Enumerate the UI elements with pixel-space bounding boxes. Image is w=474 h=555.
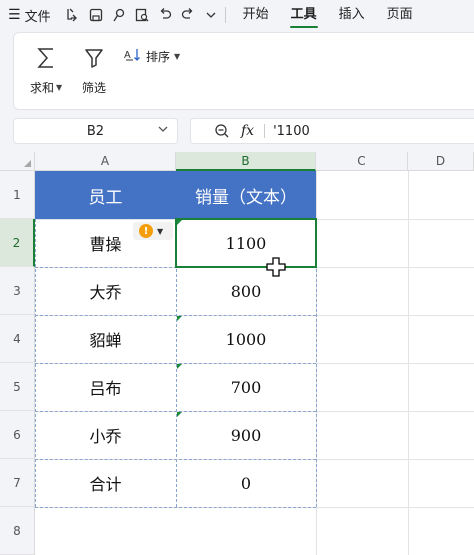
ribbon-area: 求和 ▼ 筛选 A 排序 ▼: [0, 30, 474, 118]
sum-label: 求和: [30, 81, 55, 95]
cell-b6[interactable]: 900: [176, 411, 316, 459]
quick-access-toolbar: [63, 4, 221, 26]
number-as-text-indicator: [177, 364, 182, 369]
sigma-icon: [35, 43, 57, 73]
export-icon[interactable]: [63, 4, 83, 26]
redo-icon[interactable]: [178, 4, 198, 26]
number-as-text-indicator: [177, 316, 182, 321]
column-header-a[interactable]: A: [35, 152, 176, 171]
undo-icon[interactable]: [155, 4, 175, 26]
chevron-down-icon[interactable]: [201, 4, 221, 26]
row-header-5[interactable]: 5: [0, 363, 35, 411]
file-menu-label: 文件: [24, 9, 51, 25]
name-box-value: B2: [86, 123, 105, 139]
cell-b7[interactable]: 0: [176, 459, 316, 507]
ribbon-panel: 求和 ▼ 筛选 A 排序 ▼: [13, 32, 474, 110]
chevron-down-icon: ▼: [174, 52, 181, 61]
formula-input[interactable]: fx '1100: [190, 118, 474, 144]
cell-a5[interactable]: 吕布: [35, 363, 176, 411]
spreadsheet-grid: A B C D 1 2 3 4 5 6 7 8 员工 销量（文本） 曹操 110…: [0, 152, 474, 555]
row-header-8[interactable]: 8: [0, 507, 35, 555]
filter-button[interactable]: 筛选: [82, 43, 106, 96]
table-header-employee[interactable]: 员工: [35, 171, 176, 219]
table-header-sales[interactable]: 销量（文本）: [176, 171, 316, 219]
tab-home[interactable]: 开始: [232, 0, 280, 30]
row-header-2[interactable]: 2: [0, 219, 35, 267]
row-header-6[interactable]: 6: [0, 411, 35, 459]
name-box[interactable]: B2: [13, 118, 178, 144]
format-painter-icon[interactable]: [109, 4, 129, 26]
formula-bar: B2 fx '1100: [0, 118, 474, 152]
selected-cell-outline: [175, 218, 317, 268]
sum-button[interactable]: 求和 ▼: [30, 43, 62, 96]
column-header-d[interactable]: D: [408, 152, 474, 171]
chevron-down-icon: ▼: [157, 226, 164, 236]
column-header-c[interactable]: C: [316, 152, 408, 171]
error-check-button[interactable]: ! ▼: [133, 222, 173, 240]
column-header-b[interactable]: B: [176, 152, 316, 171]
sort-icon: A: [124, 47, 142, 66]
chevron-down-icon: ▼: [56, 83, 63, 92]
menu-bar: ☰ 文件 开始 工具 插入 页面: [0, 0, 474, 30]
cell-b3[interactable]: 800: [176, 267, 316, 315]
cursor-icon: [266, 257, 286, 277]
cell-a6[interactable]: 小乔: [35, 411, 176, 459]
select-all-corner[interactable]: [0, 152, 35, 171]
print-preview-icon[interactable]: [132, 4, 152, 26]
sort-label: 排序: [146, 50, 171, 64]
warning-icon: !: [139, 224, 153, 238]
row-header-1[interactable]: 1: [0, 171, 35, 219]
cell-b5[interactable]: 700: [176, 363, 316, 411]
formula-content: '1100: [273, 123, 310, 139]
sort-button[interactable]: A 排序 ▼: [124, 47, 180, 66]
ribbon-tabs: 开始 工具 插入 页面: [232, 0, 424, 30]
filter-label: 筛选: [82, 81, 107, 95]
tab-tools[interactable]: 工具: [280, 0, 328, 30]
formula-divider: [264, 124, 266, 138]
zoom-icon[interactable]: [213, 122, 231, 140]
tab-insert[interactable]: 插入: [328, 0, 376, 30]
cell-b4[interactable]: 1000: [176, 315, 316, 363]
row-header-4[interactable]: 4: [0, 315, 35, 363]
function-icon[interactable]: fx: [241, 123, 254, 139]
filter-icon: [83, 43, 105, 73]
cell-a3[interactable]: 大乔: [35, 267, 176, 315]
toolbar-divider: [224, 7, 226, 23]
row-header-7[interactable]: 7: [0, 459, 35, 507]
cell-a4[interactable]: 貂蝉: [35, 315, 176, 363]
number-as-text-indicator: [177, 412, 182, 417]
file-menu[interactable]: ☰ 文件: [0, 6, 51, 25]
tab-page[interactable]: 页面: [376, 0, 424, 30]
hamburger-icon: ☰: [8, 7, 21, 23]
cell-a7[interactable]: 合计: [35, 459, 176, 507]
svg-text:A: A: [124, 50, 131, 61]
save-icon[interactable]: [86, 4, 106, 26]
chevron-down-icon[interactable]: [157, 123, 169, 138]
row-header-3[interactable]: 3: [0, 267, 35, 315]
